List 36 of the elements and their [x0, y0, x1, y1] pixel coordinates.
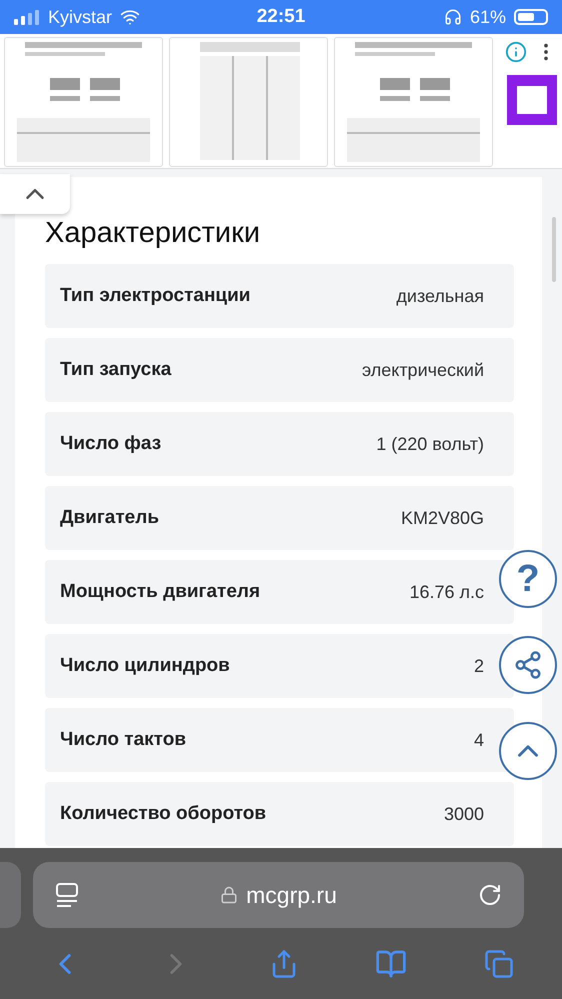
spec-value: 16.76 л.с [409, 582, 484, 602]
info-icon[interactable] [505, 41, 527, 63]
collapse-button[interactable] [0, 174, 70, 214]
spec-label: Тип запуска [60, 359, 172, 381]
tabs-icon[interactable] [484, 948, 514, 978]
section-title: Характеристики [45, 217, 262, 250]
spec-label: Число фаз [60, 433, 162, 455]
spec-value: 2 [474, 656, 484, 676]
spec-value: дизельная [396, 286, 484, 306]
spec-label: Мощность двигателя [60, 581, 260, 603]
spec-value: 3000 [444, 804, 484, 824]
address-bar[interactable]: mcgrp.ru [33, 862, 524, 928]
spec-label: Тип электростанции [60, 285, 250, 307]
spec-value: электрический [362, 360, 484, 380]
spec-label: Количество оборотов [60, 803, 266, 825]
spec-label: Двигатель [60, 507, 159, 529]
spec-value: 4 [474, 730, 484, 750]
signal-icon [14, 9, 40, 25]
scrollbar [552, 217, 556, 282]
bookmarks-icon[interactable] [375, 948, 408, 980]
lock-icon [220, 886, 238, 904]
headphones-icon [444, 8, 462, 26]
battery-icon [514, 9, 548, 25]
share-icon [513, 650, 543, 680]
reader-icon[interactable] [55, 882, 79, 908]
spec-value: KM2V80G [400, 508, 484, 528]
spec-label: Число цилиндров [60, 655, 230, 677]
ad-logo-icon [507, 75, 557, 125]
spec-value: 1 (220 вольт) [376, 434, 484, 454]
reload-icon[interactable] [478, 883, 502, 907]
previous-tab[interactable] [0, 862, 21, 928]
url-text: mcgrp.ru [246, 882, 337, 908]
spec-label: Число тактов [60, 729, 186, 751]
battery-percentage: 61% [470, 6, 506, 28]
carrier-name: Kyivstar [48, 6, 112, 28]
clock-time: 22:51 [256, 6, 306, 28]
